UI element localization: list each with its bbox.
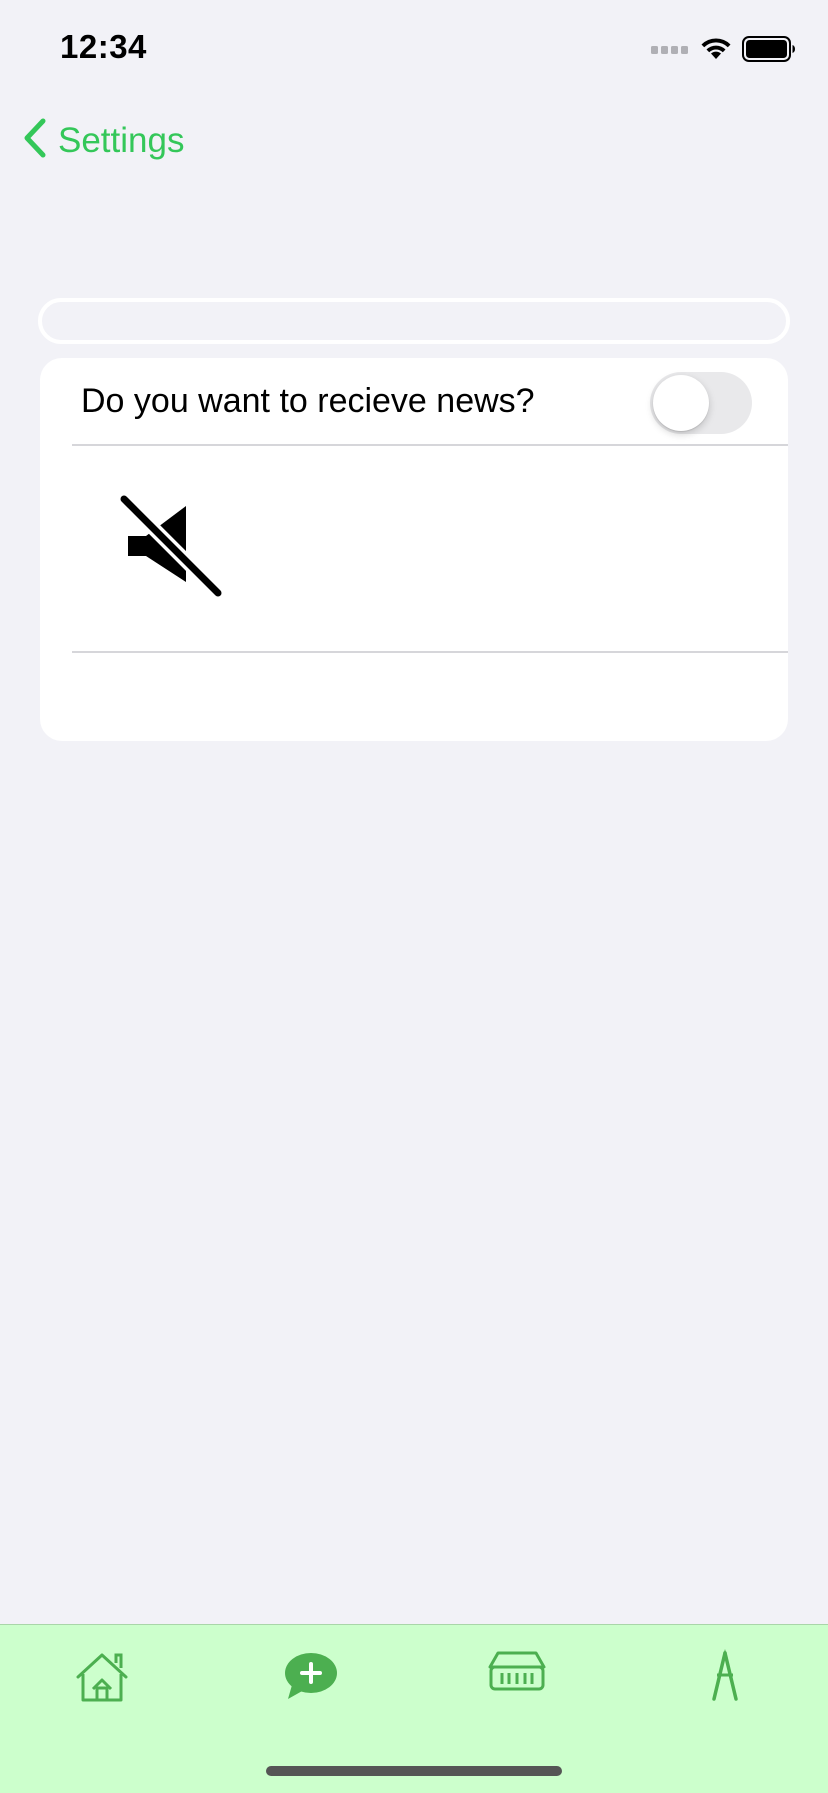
cellular-signal-icon (650, 42, 690, 61)
home-indicator[interactable] (266, 1766, 562, 1776)
wifi-icon (700, 37, 732, 66)
divider (72, 444, 788, 446)
battery-icon (742, 36, 796, 67)
tab-store[interactable] (488, 1647, 546, 1707)
settings-card: Do you want to recieve news? (40, 358, 788, 741)
back-button[interactable]: Settings (22, 118, 184, 163)
news-toggle[interactable] (650, 372, 752, 434)
speaker-muted-icon[interactable] (116, 492, 225, 602)
news-setting-row: Do you want to recieve news? (40, 358, 788, 444)
toggle-knob (653, 375, 709, 431)
chat-add-icon (280, 1653, 340, 1711)
tab-home[interactable] (72, 1647, 132, 1707)
storefront-icon (488, 1651, 546, 1711)
status-time: 12:34 (60, 28, 147, 65)
status-icons (650, 36, 796, 67)
empty-search-field[interactable] (38, 298, 790, 344)
tab-design[interactable] (700, 1647, 760, 1707)
home-icon (72, 1653, 132, 1711)
news-setting-label: Do you want to recieve news? (81, 382, 535, 420)
tab-new-message[interactable] (280, 1647, 340, 1707)
status-bar: 12:34 (0, 0, 828, 100)
chevron-left-icon (22, 118, 48, 163)
back-button-label: Settings (58, 120, 185, 160)
compass-drawing-icon (700, 1649, 750, 1711)
divider (72, 651, 788, 653)
